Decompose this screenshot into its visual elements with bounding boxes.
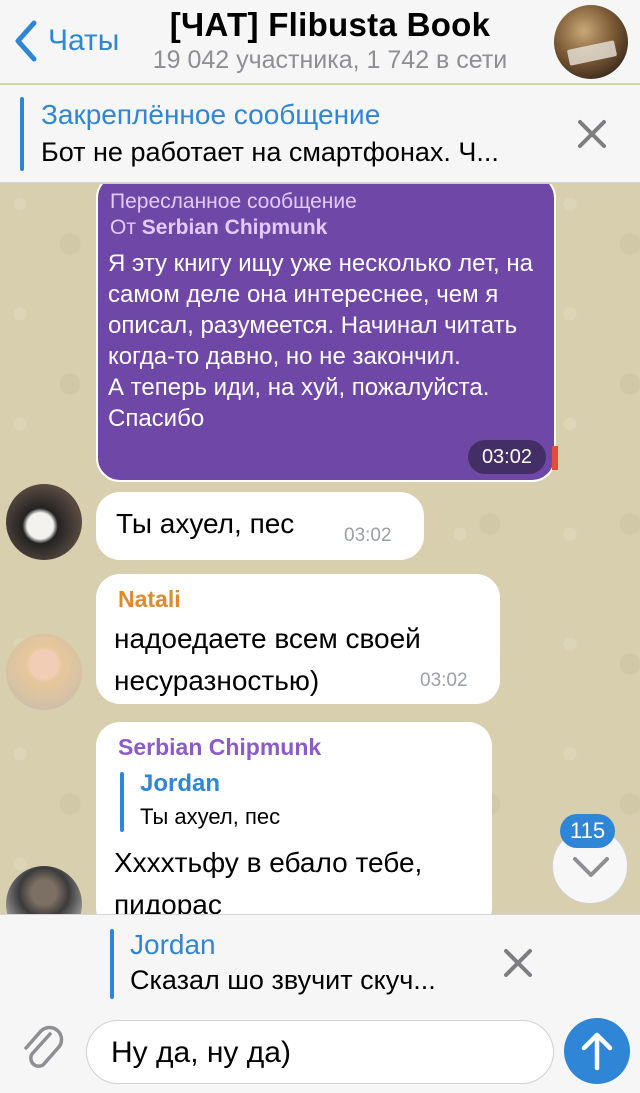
- avatar[interactable]: [6, 634, 82, 710]
- send-button[interactable]: [564, 1018, 630, 1084]
- chat-title: [ЧАТ] Flibusta Book: [169, 6, 491, 43]
- message-bubble[interactable]: Ты ахуел, пес 03:02: [96, 492, 424, 560]
- pinned-accent-bar: [20, 97, 24, 171]
- chat-subtitle: 19 042 участника, 1 742 в сети: [152, 46, 508, 74]
- chat-header: Чаты [ЧАТ] Flibusta Book 19 042 участник…: [0, 0, 640, 84]
- close-reply-icon[interactable]: [500, 945, 536, 981]
- forwarded-text: Я эту книгу ищу уже несколько лет, на са…: [108, 250, 533, 432]
- forwarded-from-prefix: От: [110, 216, 136, 239]
- chat-title-area[interactable]: [ЧАТ] Flibusta Book 19 042 участника, 1 …: [120, 6, 540, 75]
- message-time: 03:02: [420, 670, 468, 691]
- status-mark: [552, 446, 558, 470]
- reply-preview[interactable]: Jordan Сказал шо звучит скуч...: [0, 914, 640, 1004]
- message-bubble[interactable]: Serbian Chipmunk Jordan Ты ахуел, пес Хх…: [96, 722, 492, 914]
- back-button[interactable]: Чаты: [14, 18, 119, 64]
- message-bubble[interactable]: Natali надоедаете всем своей несуразност…: [96, 574, 500, 704]
- chevron-down-icon: [573, 857, 609, 877]
- forwarded-from-name[interactable]: Serbian Chipmunk: [142, 216, 328, 239]
- reply-name: Jordan: [130, 929, 216, 960]
- forwarded-from: От Serbian Chipmunk: [110, 216, 327, 240]
- chat-messages[interactable]: Пересланное сообщение От Serbian Chipmun…: [0, 184, 640, 914]
- chevron-left-icon: [15, 20, 37, 62]
- paperclip-icon[interactable]: [20, 1024, 66, 1076]
- arrow-up-icon: [581, 1032, 613, 1071]
- forwarded-label: Пересланное сообщение: [110, 190, 357, 213]
- reply-text[interactable]: Ты ахуел, пес: [140, 804, 280, 830]
- message-text: Хххxтьфу в ебало тебе, пидорас: [114, 847, 423, 914]
- message-input[interactable]: Ну да, ну да): [86, 1020, 554, 1084]
- input-bar: Ну да, ну да): [0, 1004, 640, 1093]
- avatar[interactable]: [6, 484, 82, 560]
- reply-accent-bar: [120, 772, 124, 832]
- forwarded-message[interactable]: Пересланное сообщение От Serbian Chipmun…: [96, 184, 558, 482]
- message-author[interactable]: Natali: [118, 586, 181, 613]
- pinned-message[interactable]: Закреплённое сообщение Бот не работает н…: [0, 85, 640, 183]
- message-author[interactable]: Serbian Chipmunk: [118, 734, 321, 761]
- reply-author[interactable]: Jordan: [140, 770, 220, 798]
- message-time: 03:02: [344, 525, 392, 546]
- message-text: Ты ахуел, пес: [116, 508, 295, 539]
- message-time: 03:02: [467, 440, 546, 474]
- chat-avatar[interactable]: [554, 5, 628, 79]
- pinned-text: Бот не работает на смартфонах. Ч...: [41, 137, 499, 167]
- pinned-title: Закреплённое сообщение: [41, 99, 381, 130]
- avatar[interactable]: [6, 866, 82, 914]
- back-label: Чаты: [48, 24, 120, 57]
- reply-text: Сказал шо звучит скуч...: [130, 965, 436, 995]
- reply-accent-bar: [110, 929, 114, 999]
- unread-badge: 115: [560, 814, 616, 848]
- close-pinned-icon[interactable]: [574, 116, 610, 152]
